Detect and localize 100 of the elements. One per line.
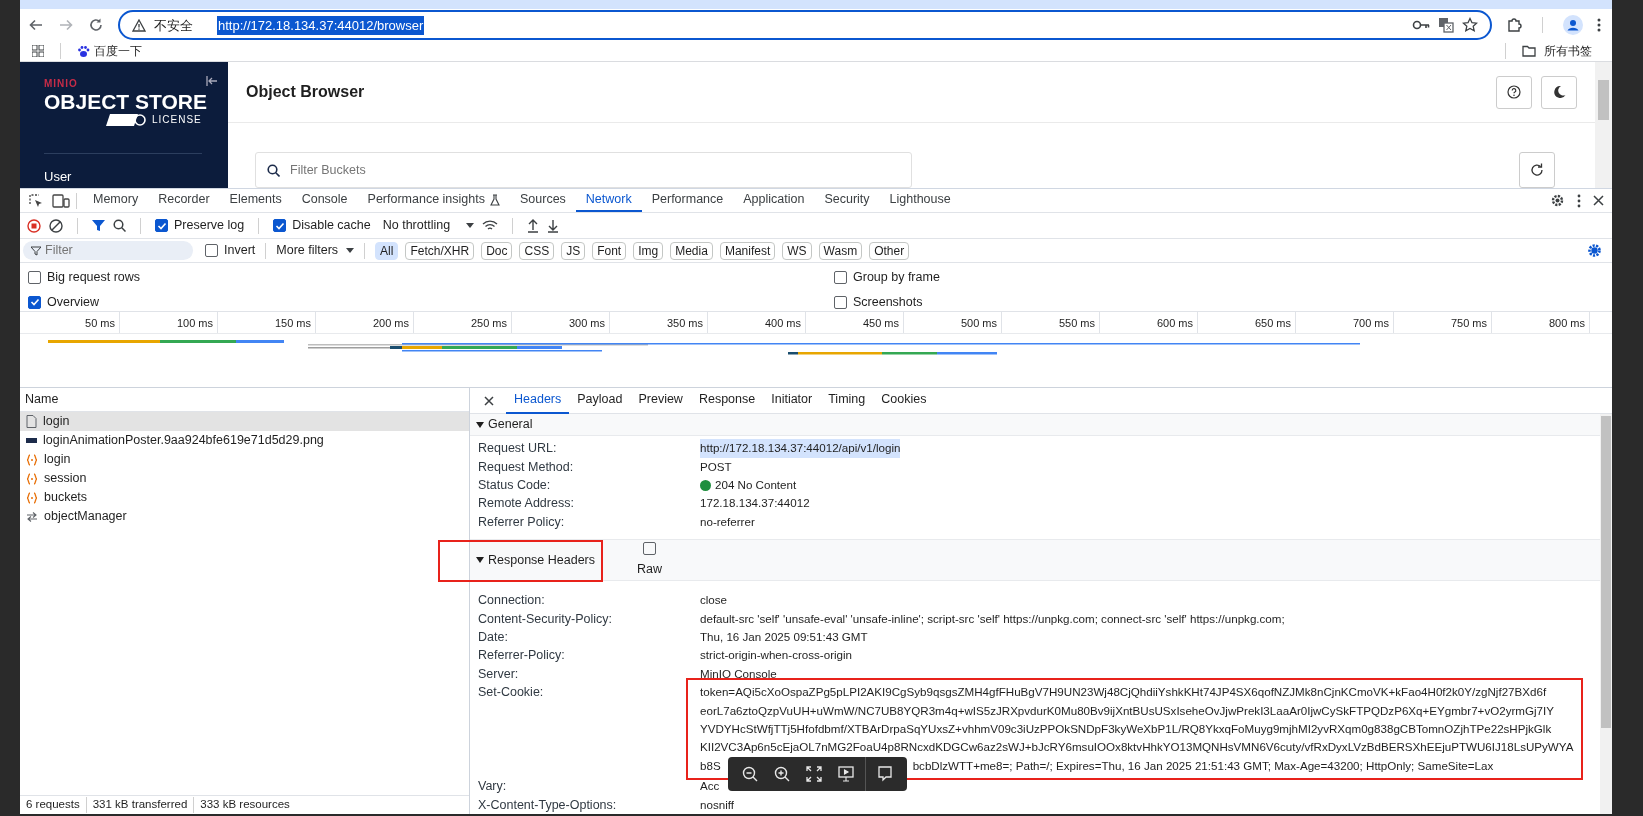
panel-tab[interactable]: Memory — [83, 189, 149, 213]
fetch-icon — [26, 472, 38, 485]
more-filters-dropdown[interactable]: More filters — [276, 241, 355, 260]
search-icon[interactable] — [113, 219, 126, 233]
type-filter-chip[interactable]: WS — [782, 241, 812, 260]
kebab-menu-icon[interactable] — [1597, 17, 1601, 34]
type-filter-chip[interactable]: Media — [670, 241, 713, 260]
panel-tab[interactable]: Performance insights — [357, 189, 510, 213]
preserve-log-checkbox[interactable] — [155, 219, 168, 233]
clear-icon[interactable] — [49, 218, 63, 233]
timeline-tick-label: 250 ms — [414, 312, 512, 334]
panel-tab[interactable]: Recorder — [148, 189, 220, 213]
help-button[interactable] — [1496, 75, 1532, 109]
scrollbar[interactable] — [1600, 414, 1612, 814]
type-filter-chip[interactable]: Font — [592, 241, 627, 260]
option-checkbox[interactable] — [28, 271, 41, 284]
panel-tab[interactable]: Lighthouse — [879, 189, 961, 213]
comment-icon[interactable] — [877, 766, 893, 782]
scrollbar[interactable] — [1595, 62, 1612, 189]
bookmark[interactable]: 百度一下 — [77, 42, 142, 61]
help-icon — [1507, 85, 1521, 100]
close-icon[interactable] — [1593, 195, 1604, 207]
inspect-icon[interactable] — [28, 192, 44, 209]
avatar-icon[interactable] — [1563, 15, 1583, 36]
detail-tab[interactable]: Response — [690, 387, 764, 414]
panel-tab[interactable]: Network — [575, 189, 642, 213]
type-filter-chip[interactable]: Other — [869, 241, 910, 260]
type-filter-chip[interactable]: Wasm — [818, 241, 863, 260]
header-value: YVDYHcStWfjTTj5Hfofdbmf/XTBArDrpaSqYUxsZ+vhhmV09c3iUzPPOkSNDpF3kyWeXbP1L/RQ8YkxqFoMuyg9mjhMI2yvRXqm0g838gCBTomnOZjhTPe22sHPjkGlk — [700, 721, 1552, 737]
extension-icon[interactable] — [1506, 17, 1522, 34]
record-stop-icon[interactable] — [27, 218, 41, 233]
header-value: no-referrer — [700, 513, 755, 530]
triangle-icon[interactable] — [476, 420, 484, 429]
request-name: login — [44, 451, 71, 469]
key-icon[interactable] — [1412, 19, 1430, 32]
timeline-tick-label: 600 ms — [1100, 312, 1198, 334]
detail-tab[interactable]: Timing — [820, 387, 874, 414]
detail-tab[interactable]: Cookies — [873, 387, 935, 414]
type-filter-chip[interactable]: Img — [633, 241, 664, 260]
raw-checkbox[interactable] — [643, 541, 656, 555]
address-bar[interactable]: 不安全 http://172.18.134.37:44012/browser — [118, 10, 1492, 41]
column-header[interactable]: Name — [25, 390, 59, 409]
collapse-icon[interactable] — [206, 76, 218, 87]
slideshow-icon[interactable] — [838, 766, 854, 782]
kebab-menu-icon[interactable] — [1577, 193, 1581, 208]
filter-icon[interactable] — [92, 219, 105, 233]
invert-checkbox[interactable] — [205, 244, 218, 258]
request-row[interactable]: session — [20, 469, 469, 489]
triangle-icon[interactable] — [476, 556, 484, 565]
throttling-dropdown[interactable]: No throttling — [382, 216, 475, 235]
settings-icon[interactable] — [1550, 193, 1565, 209]
zoom-in-icon[interactable] — [774, 766, 790, 782]
type-filter-chip[interactable]: Manifest — [719, 241, 776, 260]
panel-tab[interactable]: Elements — [219, 189, 292, 213]
filter-field[interactable]: Filter — [23, 241, 193, 260]
option-checkbox[interactable] — [834, 295, 847, 309]
option-checkbox[interactable] — [28, 295, 41, 309]
close-icon[interactable] — [484, 395, 494, 406]
request-row[interactable]: loginAnimationPoster.9aa924bfe619e71d5d29.png — [20, 431, 469, 451]
refresh-button[interactable] — [1519, 152, 1555, 189]
translate-icon[interactable] — [1438, 17, 1454, 34]
detail-tab[interactable]: Preview — [630, 387, 691, 414]
panel-tab[interactable]: Performance — [641, 189, 734, 213]
bookmarks-folder[interactable]: 所有书签 — [1522, 42, 1592, 61]
panel-tab[interactable]: Console — [291, 189, 358, 213]
download-icon[interactable] — [547, 218, 560, 233]
upload-icon[interactable] — [527, 218, 540, 233]
request-row[interactable]: login — [20, 412, 469, 432]
star-icon[interactable] — [1462, 17, 1478, 34]
request-row[interactable]: login — [20, 450, 469, 470]
type-filter-chip[interactable]: All — [375, 241, 399, 260]
checkbox-label: Group by frame — [853, 269, 940, 287]
request-row[interactable]: buckets — [20, 488, 469, 508]
panel-tab[interactable]: Application — [733, 189, 815, 213]
dark-mode-button[interactable] — [1541, 75, 1577, 109]
zoom-out-icon[interactable] — [742, 766, 758, 782]
type-filter-chip[interactable]: Doc — [481, 241, 513, 260]
panel-tab[interactable]: Security — [814, 189, 880, 213]
fullscreen-icon[interactable] — [806, 766, 822, 782]
type-filter-chip[interactable]: Fetch/XHR — [405, 241, 475, 260]
apps-grid-icon[interactable] — [32, 45, 44, 58]
filter-buckets-field[interactable]: Filter Buckets — [255, 152, 912, 189]
detail-tab[interactable]: Payload — [569, 387, 631, 414]
device-icon[interactable] — [52, 192, 70, 209]
type-filter-chip[interactable]: JS — [561, 241, 586, 260]
sidebar-item[interactable]: User — [44, 166, 228, 189]
reload-icon[interactable] — [88, 17, 104, 34]
flask-icon — [490, 193, 500, 206]
request-row[interactable]: objectManager — [20, 507, 469, 527]
detail-tab[interactable]: Initiator — [763, 387, 821, 414]
section-title[interactable]: General — [488, 415, 533, 434]
header-value: strict-origin-when-cross-origin — [700, 647, 853, 664]
settings-icon[interactable] — [1587, 243, 1602, 259]
page-title: Object Browser — [246, 82, 366, 103]
panel-tab[interactable]: Sources — [510, 189, 576, 213]
request-name: session — [44, 470, 87, 488]
option-checkbox[interactable] — [834, 271, 847, 284]
disable-cache-checkbox[interactable] — [273, 219, 287, 233]
section-title[interactable]: Response Headers — [488, 550, 595, 570]
type-filter-chip[interactable]: CSS — [519, 241, 555, 260]
